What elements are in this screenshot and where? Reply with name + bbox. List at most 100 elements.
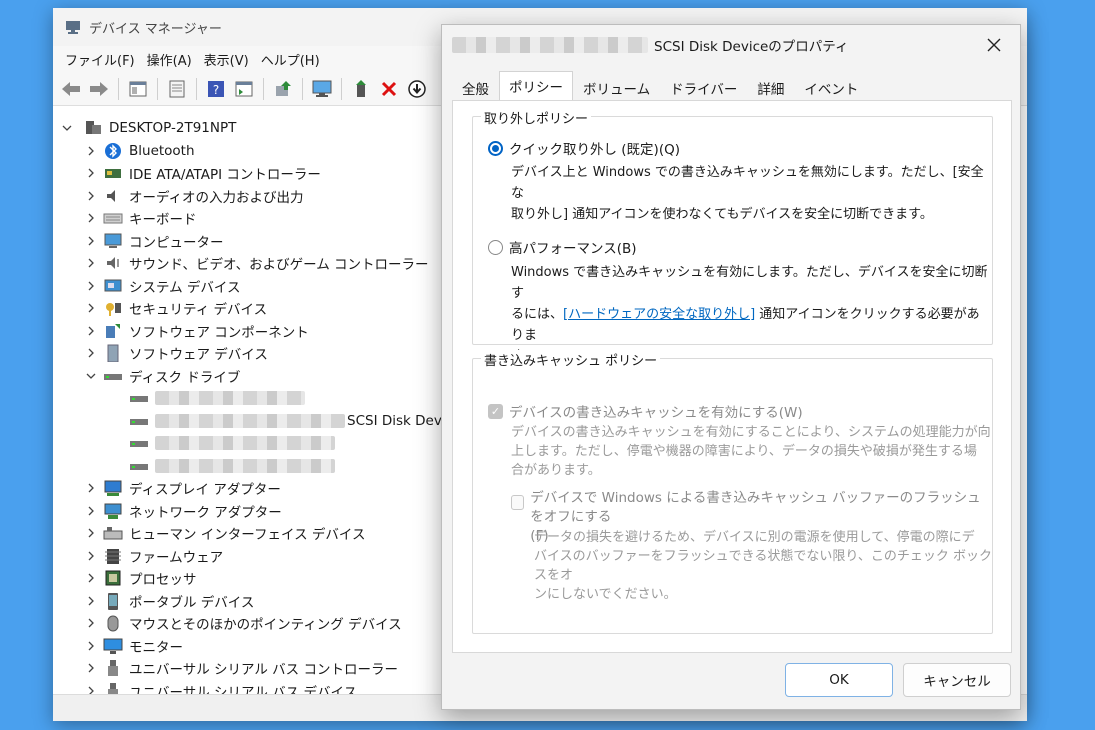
- update-driver-icon[interactable]: [271, 77, 295, 101]
- enable-write-cache-checkbox[interactable]: ✓: [488, 403, 503, 419]
- tree-category-label: ソフトウェア コンポーネント: [129, 324, 309, 341]
- tree-category-item[interactable]: セキュリティ デバイス: [85, 297, 267, 319]
- uninstall-device-icon[interactable]: [377, 77, 401, 101]
- chevron-right-icon[interactable]: [85, 595, 97, 607]
- system-device-icon: [104, 279, 122, 291]
- better-performance-radio[interactable]: [488, 239, 503, 255]
- tree-category-item[interactable]: コンピューター: [85, 230, 224, 252]
- dialog-titlebar: SCSI Disk Deviceのプロパティ: [442, 25, 1020, 65]
- disk-drive-item[interactable]: [129, 432, 335, 454]
- tree-category-item[interactable]: マウスとそのほかのポインティング デバイス: [85, 612, 402, 634]
- disk-drive-icon: [130, 441, 148, 447]
- tree-category-item[interactable]: ファームウェア: [85, 545, 223, 567]
- better-performance-label: 高パフォーマンス(B): [509, 241, 637, 257]
- write-cache-policy-legend: 書き込みキャッシュ ポリシー: [481, 350, 661, 369]
- tree-category-item[interactable]: ヒューマン インターフェイス デバイス: [85, 522, 365, 544]
- tab-details[interactable]: 詳細: [747, 74, 794, 100]
- chevron-right-icon[interactable]: [85, 527, 97, 539]
- flush-desc-line: ンにしないでください。: [534, 587, 677, 602]
- forward-arrow-icon[interactable]: [87, 77, 111, 101]
- menu-help[interactable]: ヘルプ(H): [255, 50, 326, 69]
- tree-category-item[interactable]: ソフトウェア コンポーネント: [85, 320, 309, 342]
- chevron-right-icon[interactable]: [85, 190, 97, 202]
- tree-category-item[interactable]: システム デバイス: [85, 275, 240, 297]
- tree-category-item[interactable]: Bluetooth: [85, 140, 195, 162]
- enable-device-icon[interactable]: [349, 77, 373, 101]
- cancel-button[interactable]: キャンセル: [903, 663, 1011, 697]
- tree-category-item[interactable]: ユニバーサル シリアル バス コントローラー: [85, 657, 398, 679]
- chevron-right-icon[interactable]: [85, 685, 97, 695]
- turn-off-flush-checkbox[interactable]: [511, 495, 525, 510]
- toolbar-separator: [118, 77, 119, 100]
- properties-icon[interactable]: [165, 77, 189, 101]
- chevron-down-icon[interactable]: [61, 122, 73, 134]
- ok-button[interactable]: OK: [785, 663, 893, 697]
- menu-action[interactable]: 操作(A): [141, 50, 198, 69]
- help-icon[interactable]: ?: [204, 77, 228, 101]
- turn-off-flush-label-line: デバイスで Windows による書き込みキャッシュ バッファーのフラッシュをオ…: [530, 490, 981, 525]
- better-performance-option[interactable]: 高パフォーマンス(B): [488, 237, 637, 257]
- write-cache-policy-group: 書き込みキャッシュ ポリシー ✓ デバイスの書き込みキャッシュを有効にする(W)…: [472, 350, 993, 634]
- quick-removal-option[interactable]: クイック取り外し (既定)(Q): [488, 138, 680, 158]
- chevron-right-icon[interactable]: [85, 550, 97, 562]
- chevron-right-icon[interactable]: [85, 640, 97, 652]
- redacted-disk-name: [155, 413, 345, 428]
- tree-root[interactable]: DESKTOP-2T91NPT: [61, 117, 236, 139]
- chevron-right-icon[interactable]: [85, 257, 97, 269]
- processor-icon: [105, 570, 121, 586]
- tree-category-item[interactable]: ユニバーサル シリアル バス デバイス: [85, 680, 358, 695]
- chevron-right-icon[interactable]: [85, 572, 97, 584]
- show-hide-tree-icon[interactable]: [126, 77, 150, 101]
- chevron-right-icon[interactable]: [85, 145, 97, 157]
- tab-events[interactable]: イベント: [794, 74, 868, 100]
- toolbar-separator: [263, 77, 264, 100]
- disk-drive-item[interactable]: [129, 387, 305, 409]
- chevron-right-icon[interactable]: [85, 167, 97, 179]
- tree-category-label: オーディオの入力および出力: [129, 189, 304, 206]
- action-view-icon[interactable]: [232, 77, 256, 101]
- disk-drive-item[interactable]: SCSI Disk Devic: [129, 410, 443, 432]
- back-arrow-icon[interactable]: [59, 77, 83, 101]
- tree-category-item[interactable]: ネットワーク アダプター: [85, 500, 282, 522]
- chevron-right-icon[interactable]: [85, 482, 97, 494]
- firmware-icon: [105, 548, 121, 564]
- tree-category-label: ユニバーサル シリアル バス デバイス: [129, 684, 358, 695]
- chevron-right-icon[interactable]: [85, 302, 97, 314]
- scan-hardware-icon[interactable]: [310, 77, 334, 101]
- chevron-right-icon[interactable]: [85, 280, 97, 292]
- keyboard-icon: [103, 213, 123, 224]
- chevron-right-icon[interactable]: [85, 235, 97, 247]
- disk-drive-item[interactable]: [129, 455, 335, 477]
- safely-remove-hardware-link[interactable]: [ハードウェアの安全な取り外し]: [563, 307, 755, 322]
- tree-category-label: コンピューター: [129, 234, 224, 251]
- tab-driver[interactable]: ドライバー: [660, 74, 747, 100]
- chevron-right-icon[interactable]: [85, 325, 97, 337]
- tree-category-item[interactable]: ソフトウェア デバイス: [85, 342, 268, 364]
- tree-category-item[interactable]: モニター: [85, 635, 183, 657]
- tab-policy[interactable]: ポリシー: [499, 71, 573, 100]
- tree-category-item[interactable]: IDE ATA/ATAPI コントローラー: [85, 162, 321, 184]
- chevron-right-icon[interactable]: [85, 662, 97, 674]
- tab-general[interactable]: 全般: [452, 74, 499, 100]
- tree-category-item[interactable]: キーボード: [85, 207, 197, 229]
- chevron-right-icon[interactable]: [85, 212, 97, 224]
- tree-category-label: ユニバーサル シリアル バス コントローラー: [129, 662, 398, 678]
- quick-removal-radio[interactable]: [488, 140, 503, 156]
- disable-device-icon[interactable]: [405, 77, 429, 101]
- tree-category-item[interactable]: ディスク ドライブ: [85, 365, 240, 387]
- chevron-right-icon[interactable]: [85, 505, 97, 517]
- tab-volume[interactable]: ボリューム: [573, 74, 660, 100]
- tree-category-item[interactable]: サウンド、ビデオ、およびゲーム コントローラー: [85, 252, 429, 274]
- chevron-right-icon[interactable]: [85, 347, 97, 359]
- enable-write-cache-option[interactable]: ✓ デバイスの書き込みキャッシュを有効にする(W): [488, 401, 803, 421]
- tree-category-item[interactable]: オーディオの入力および出力: [85, 185, 304, 207]
- tree-category-item[interactable]: プロセッサ: [85, 567, 197, 589]
- menu-view[interactable]: 表示(V): [198, 50, 255, 69]
- tree-category-item[interactable]: ディスプレイ アダプター: [85, 477, 281, 499]
- tree-category-item[interactable]: ポータブル デバイス: [85, 590, 254, 612]
- close-icon[interactable]: [982, 33, 1006, 57]
- chevron-right-icon[interactable]: [85, 617, 97, 629]
- menu-file[interactable]: ファイル(F): [59, 50, 141, 69]
- chevron-down-icon[interactable]: [85, 370, 97, 382]
- flush-desc-line: データの損失を避けるため、デバイスに別の電源を使用して、停電の際にデ: [534, 530, 975, 545]
